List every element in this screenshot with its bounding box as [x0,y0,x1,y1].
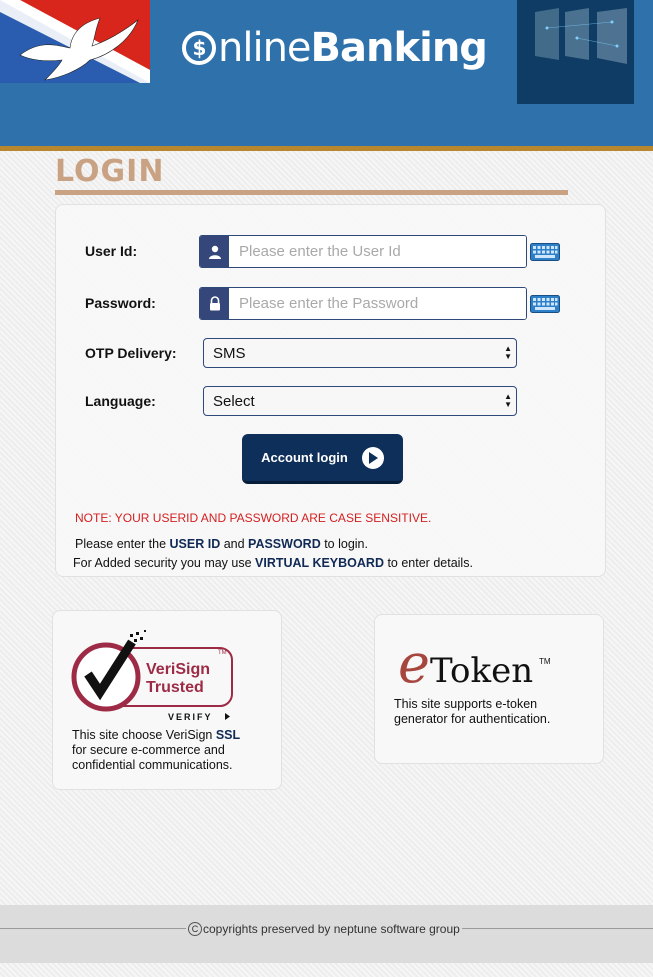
verisign-tm: TM [218,650,227,656]
select-arrows-icon: ▲ ▼ [504,392,512,409]
info-text: to login. [320,537,368,551]
info-text: Please enter the [75,537,170,551]
case-sensitive-note: NOTE: YOUR USERID AND PASSWORD ARE CASE … [75,511,432,525]
verisign-line2: Trusted [146,679,204,696]
flag-logo [0,0,150,83]
footer-copyright-text: copyrights preserved by neptune software… [203,922,460,936]
user-icon [200,236,229,267]
verisign-trusted-logo: VeriSign Trusted TM VERIFY [71,630,233,722]
header-stripe [0,146,653,151]
copyright-icon: C [188,922,202,936]
password-input[interactable] [229,288,526,319]
language-value: Select [213,392,255,410]
play-arrow-icon [361,446,384,469]
verisign-ssl: SSL [215,728,241,742]
verify-arrow-icon [225,713,230,720]
info-text: and [220,537,249,551]
online-banking-logo: $ nline Banking [182,22,488,74]
login-title: LOGIN [55,154,165,189]
footer-copyright: C copyrights preserved by neptune softwa… [186,920,462,938]
brand-bold: Banking [310,25,488,71]
password-field-wrap [199,287,527,320]
virtual-keyboard-instructions: For Added security you may use VIRTUAL K… [73,556,473,570]
etoken-e: e [398,632,430,692]
etoken-text: This site supports e-token [394,697,538,711]
select-arrows-icon: ▲ ▼ [504,344,512,361]
otp-delivery-select[interactable]: SMS ▲ ▼ [203,338,517,368]
info-emphasis: PASSWORD [248,537,321,551]
account-login-button[interactable]: Account login [242,434,403,484]
verisign-text: confidential communications. [72,758,233,772]
user-id-input[interactable] [229,236,526,267]
info-emphasis: USER ID [169,537,221,551]
login-instructions: Please enter the USER ID and PASSWORD to… [75,537,368,551]
account-login-label: Account login [261,450,348,465]
verisign-verify: VERIFY [168,712,213,722]
verisign-line1: VeriSign [146,661,210,678]
user-id-label: User Id: [85,243,138,259]
etoken-text: generator for authentication. [394,712,551,726]
info-text: For Added security you may use [73,556,256,570]
etoken-word: Token [430,651,533,691]
info-emphasis: VIRTUAL KEYBOARD [255,556,384,570]
dollar-coin-icon: $ [182,31,216,65]
etoken-logo: e Token TM [398,632,551,692]
otp-delivery-value: SMS [213,344,246,362]
password-label: Password: [85,295,156,311]
language-label: Language: [85,393,156,409]
virtual-keyboard-icon[interactable] [530,295,560,313]
verisign-text: This site choose VeriSign [72,728,216,742]
language-select[interactable]: Select ▲ ▼ [203,386,517,416]
verisign-text: for secure e-commerce and [72,743,225,757]
virtual-keyboard-icon[interactable] [530,243,560,261]
tech-image [517,0,634,104]
otp-delivery-label: OTP Delivery: [85,345,177,361]
etoken-description: This site supports e-token generator for… [394,697,550,727]
etoken-tm: TM [539,657,551,666]
brand-prefix: nline [218,25,312,71]
login-title-underline [55,190,568,195]
lock-icon [200,288,229,319]
info-text: to enter details. [383,556,473,570]
verisign-description: This site choose VeriSign SSL for secure… [72,728,240,773]
user-id-field-wrap [199,235,527,268]
